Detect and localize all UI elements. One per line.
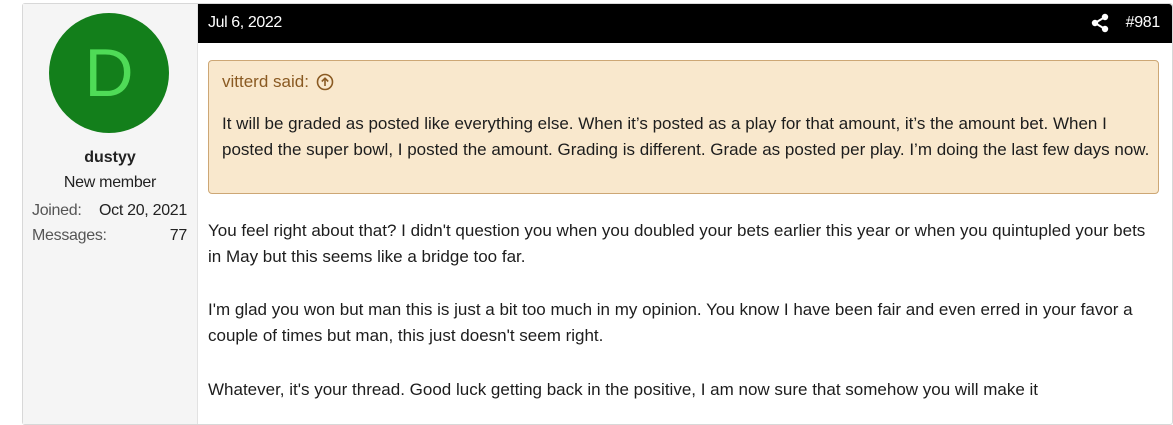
quote-author-link[interactable]: vitterd said: <box>222 72 334 92</box>
arrow-up-circle-icon[interactable] <box>316 73 334 91</box>
avatar-letter: D <box>84 35 134 111</box>
message-paragraph: You feel right about that? I didn't ques… <box>208 221 1146 266</box>
user-title: New member <box>63 174 157 191</box>
quote-block: vitterd said: It will be graded as poste… <box>208 60 1159 194</box>
joined-label: Joined: <box>32 202 82 219</box>
username-link[interactable]: dustyy <box>23 149 197 167</box>
share-icon[interactable] <box>1090 13 1110 33</box>
post-date[interactable]: Jul 6, 2022 <box>208 14 282 32</box>
messages-stat: Messages: 77 <box>32 227 187 245</box>
messages-value[interactable]: 77 <box>170 227 188 245</box>
message-paragraph: Whatever, it's your thread. Good luck ge… <box>208 380 1039 399</box>
quote-text: It will be graded as posted like everyth… <box>222 114 1150 159</box>
joined-stat: Joined: Oct 20, 2021 <box>32 202 187 220</box>
joined-value: Oct 20, 2021 <box>98 202 187 219</box>
user-info-panel: D dustyy New member Joined: Oct 20, 2021… <box>23 4 198 424</box>
messages-label: Messages: <box>32 227 107 244</box>
quote-author: vitterd said: <box>222 72 309 91</box>
post-header: Jul 6, 2022 #981 <box>198 4 1172 43</box>
message-paragraph: I'm glad you won but man this is just a … <box>208 300 1133 345</box>
forum-post: D dustyy New member Joined: Oct 20, 2021… <box>22 3 1173 425</box>
post-number[interactable]: #981 <box>1126 14 1161 32</box>
avatar[interactable]: D <box>49 13 169 133</box>
